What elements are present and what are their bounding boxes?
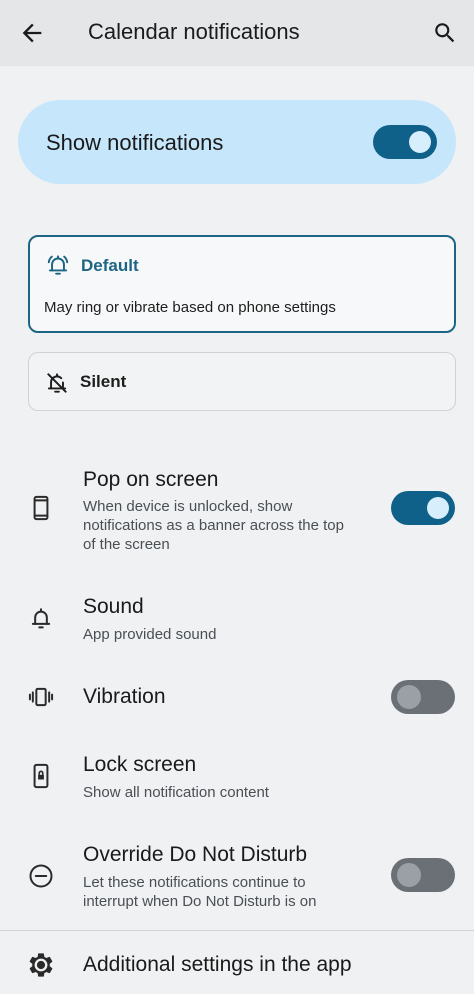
lock-screen-subtitle: Show all notification content [83,784,269,801]
override-dnd-title: Override Do Not Disturb [83,843,308,866]
gear-icon [27,951,55,979]
arrow-back-icon[interactable] [18,19,46,47]
bell-icon [27,604,55,632]
toggle-knob [397,863,421,887]
override-dnd-toggle[interactable] [391,858,455,892]
override-dnd-subtitle: interrupt when Do Not Disturb is on [83,893,317,910]
override-dnd-subtitle: Let these notifications continue to [83,874,306,891]
mode-silent-card[interactable]: Silent [28,352,456,411]
mode-silent-label: Silent [80,372,127,391]
bell-off-icon [44,370,70,396]
show-notifications-switch-row[interactable]: Show notifications [18,100,456,184]
pop-on-screen-title: Pop on screen [83,468,219,491]
toggle-knob [427,497,449,519]
lock-screen-icon [27,762,55,790]
toggle-knob [397,685,421,709]
mode-default-description: May ring or vibrate based on phone setti… [44,299,336,316]
app-bar: Calendar notifications [0,0,474,66]
pop-on-screen-toggle[interactable] [391,491,455,525]
pop-on-screen-subtitle: of the screen [83,536,170,553]
vibration-toggle[interactable] [391,680,455,714]
mode-default-label: Default [81,256,139,275]
vibration-icon [27,683,55,711]
vibration-title: Vibration [83,685,166,708]
divider [0,930,474,931]
pop-on-screen-subtitle: notifications as a banner across the top [83,517,344,534]
mode-default-card[interactable]: Default May ring or vibrate based on pho… [28,235,456,333]
show-notifications-toggle[interactable] [373,125,437,159]
additional-settings-title: Additional settings in the app [83,953,352,976]
sound-subtitle: App provided sound [83,626,217,643]
bell-ringing-icon [45,252,71,278]
pop-on-screen-subtitle: When device is unlocked, show [83,498,293,515]
search-icon[interactable] [432,20,458,46]
phone-icon [27,494,55,522]
page-title: Calendar notifications [88,19,300,44]
show-notifications-label: Show notifications [46,130,224,155]
lock-screen-title: Lock screen [83,753,197,776]
toggle-knob [409,131,431,153]
do-not-disturb-icon [27,862,55,890]
sound-title: Sound [83,595,144,618]
